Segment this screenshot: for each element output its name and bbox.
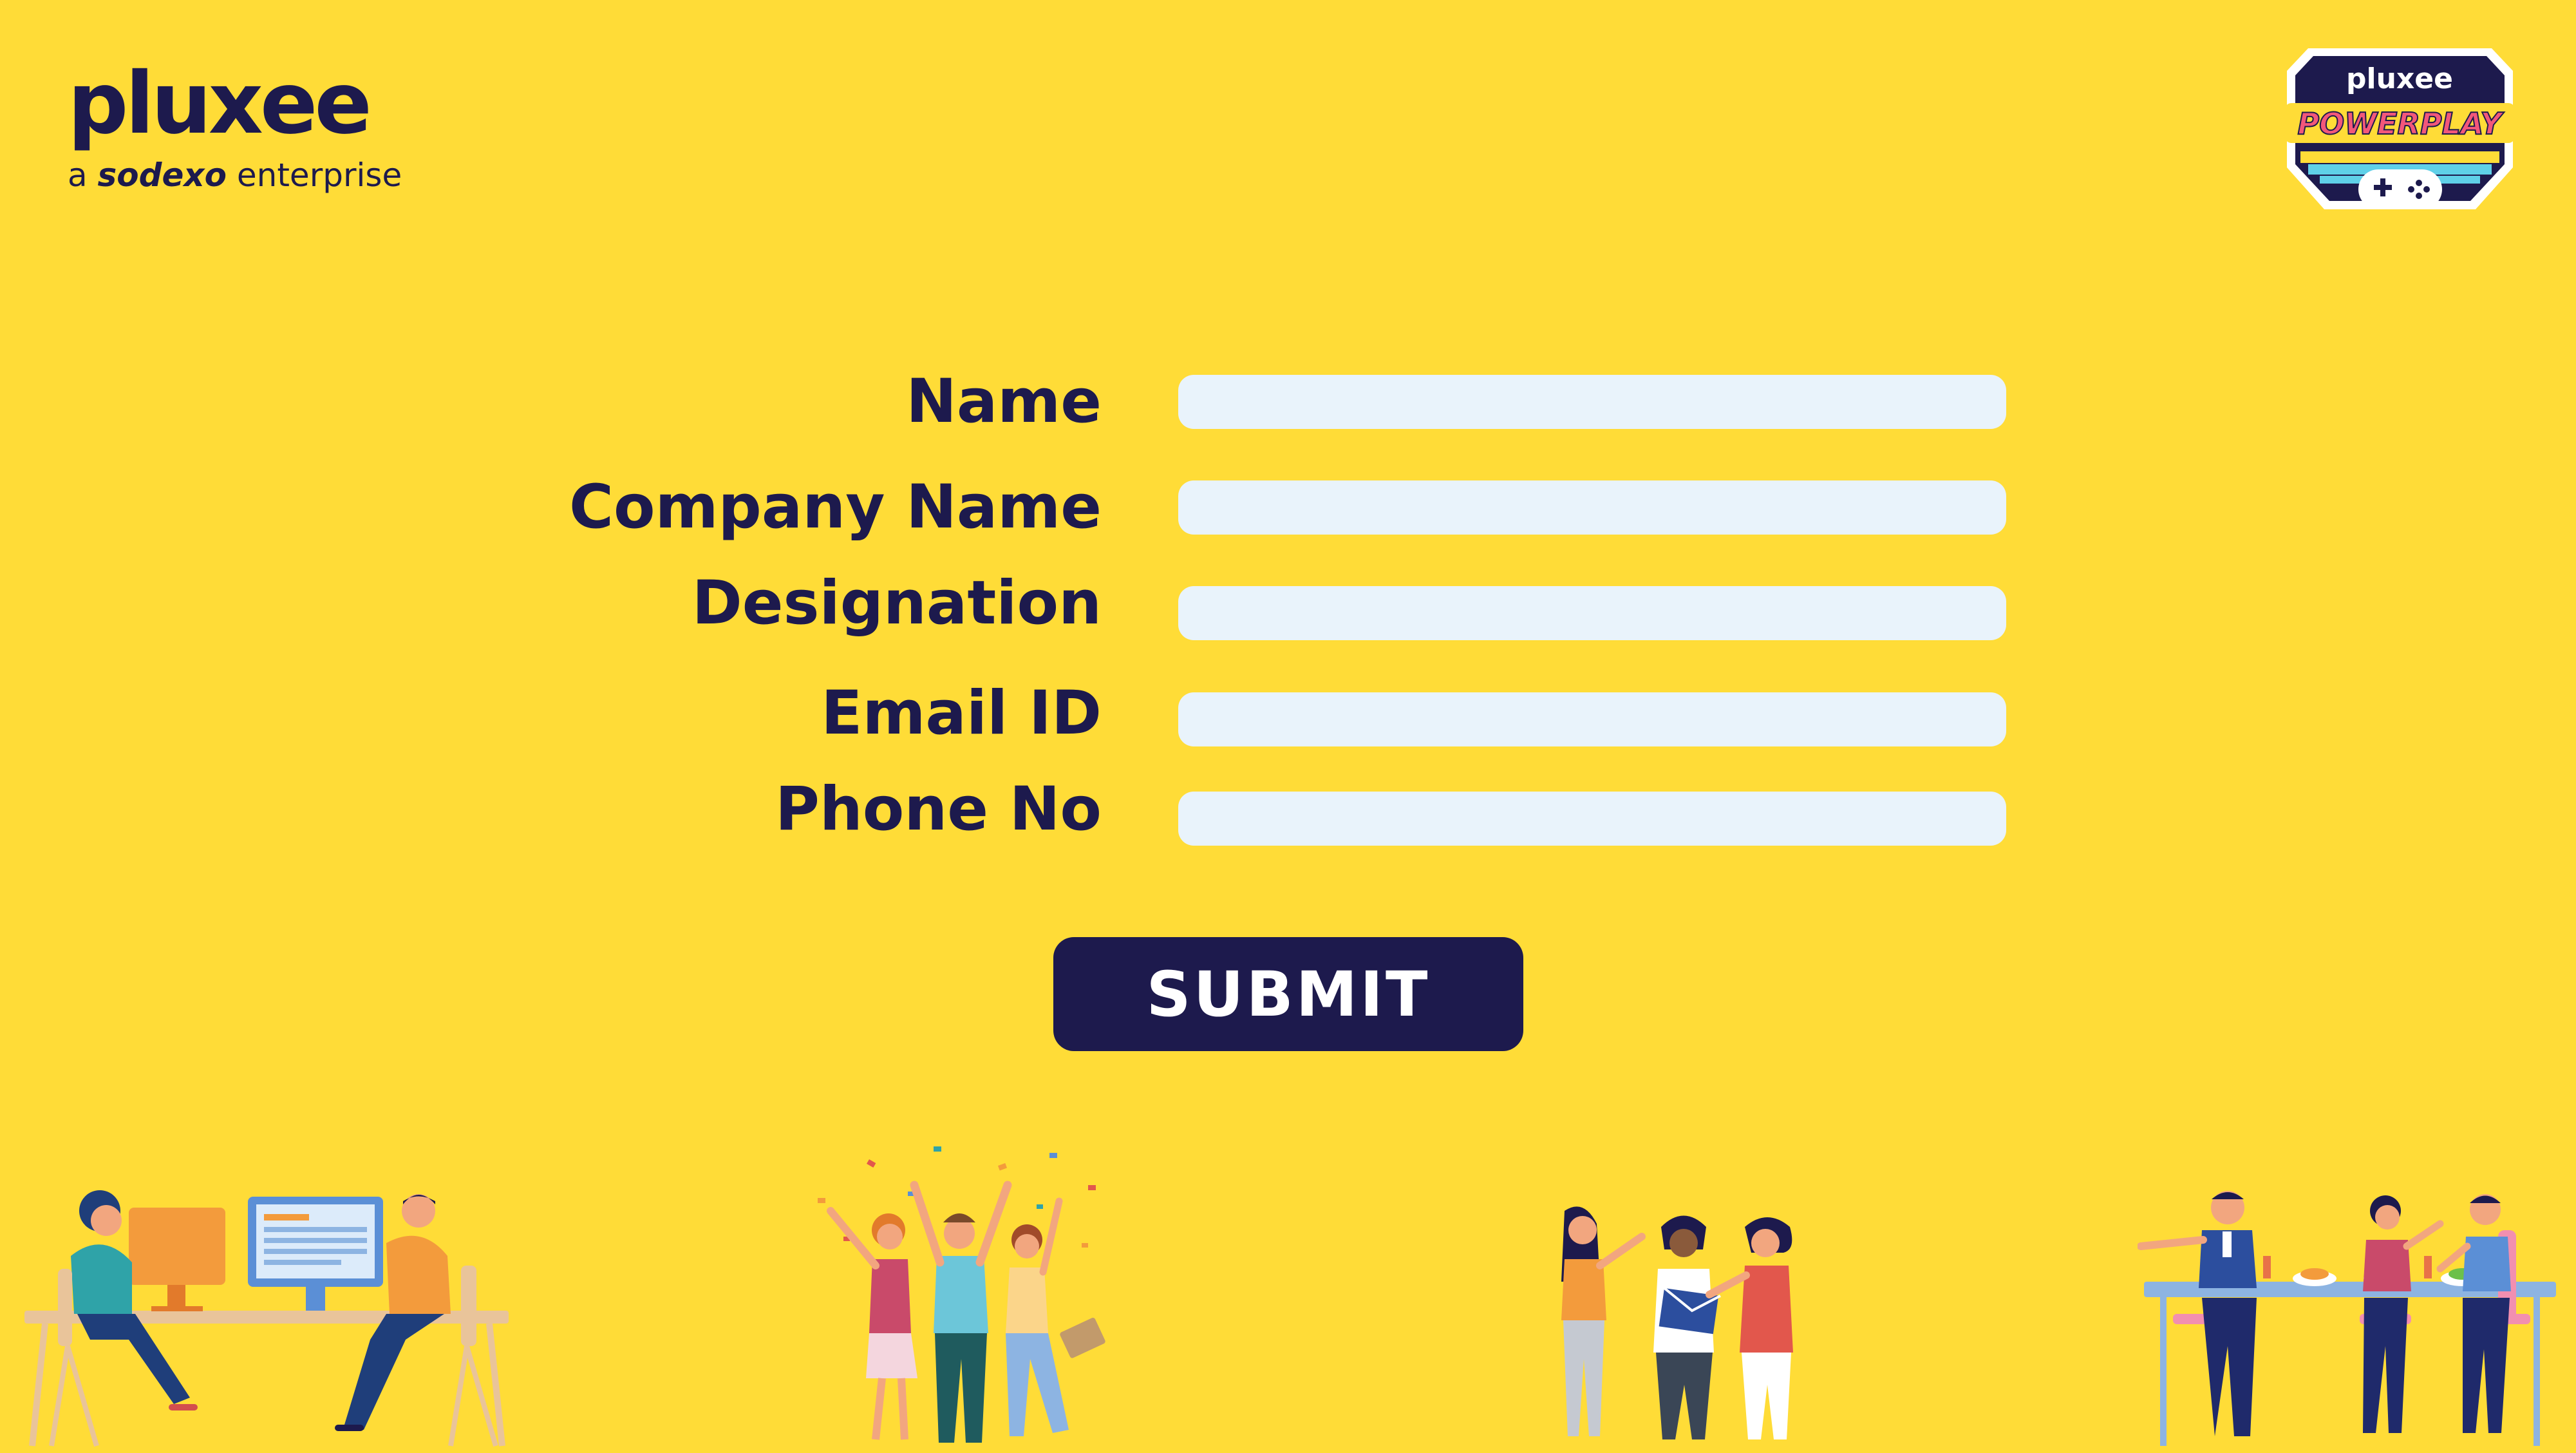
team-collaboration-illustration bbox=[1561, 1206, 1793, 1439]
tagline-company: sodexo bbox=[97, 157, 227, 194]
email-id-label: Email ID bbox=[821, 678, 1102, 748]
name-field[interactable] bbox=[1178, 375, 2006, 429]
brand-tagline: a sodexo enterprise bbox=[68, 159, 402, 191]
team-dining-illustration bbox=[2138, 1191, 2556, 1446]
pluxee-logo: pluxee a sodexo enterprise bbox=[68, 61, 402, 191]
tagline-suffix: enterprise bbox=[236, 157, 402, 194]
badge-brand: pluxee bbox=[2346, 62, 2453, 95]
phone-no-label: Phone No bbox=[775, 774, 1102, 844]
tagline-prefix: a bbox=[68, 157, 88, 194]
designation-field[interactable] bbox=[1178, 586, 2006, 640]
brand-name: pluxee bbox=[68, 54, 372, 153]
company-name-label: Company Name bbox=[569, 472, 1102, 542]
email-field[interactable] bbox=[1178, 692, 2006, 746]
phone-field[interactable] bbox=[1178, 792, 2006, 846]
name-label: Name bbox=[906, 366, 1102, 437]
submit-button[interactable]: SUBMIT bbox=[1053, 937, 1523, 1051]
designation-label: Designation bbox=[691, 568, 1102, 638]
celebrating-team-illustration bbox=[818, 1146, 1105, 1443]
badge-stripe-yellow bbox=[2300, 151, 2499, 163]
powerplay-badge: pluxee POWERPLAY bbox=[2285, 48, 2515, 209]
company-name-field[interactable] bbox=[1178, 480, 2006, 535]
office-workers-illustration bbox=[24, 1190, 509, 1447]
badge-title: POWERPLAY bbox=[2297, 106, 2505, 141]
gamepad-icon bbox=[2358, 169, 2442, 209]
